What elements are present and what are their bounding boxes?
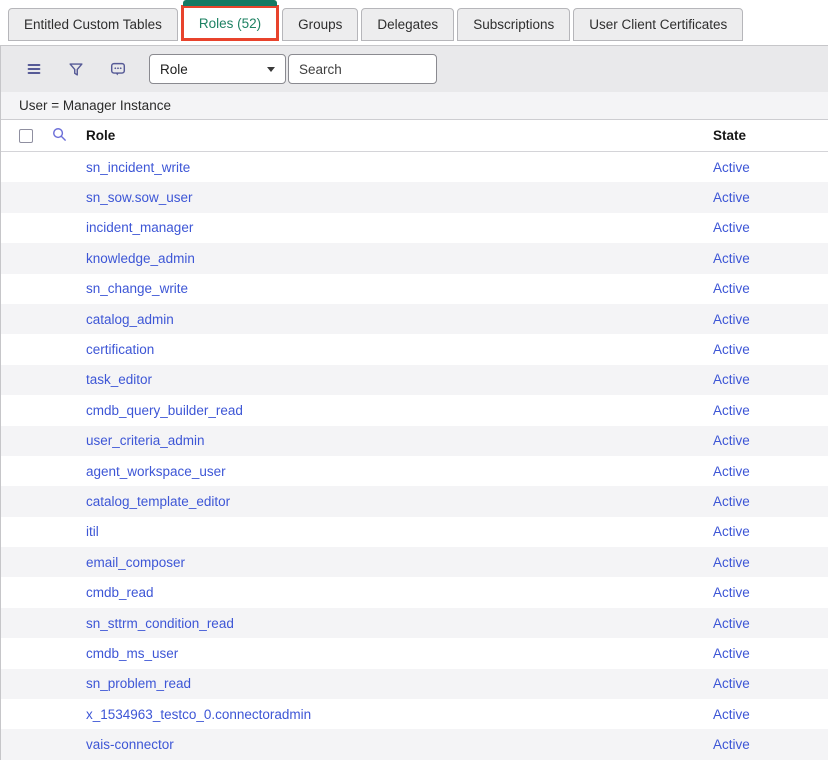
table-row: agent_workspace_user Active [1,456,828,486]
state-link[interactable]: Active [713,342,750,357]
table-row: sn_sttrm_condition_read Active [1,608,828,638]
role-link[interactable]: catalog_template_editor [86,494,230,509]
select-all-checkbox[interactable] [19,129,33,143]
table-row: sn_problem_read Active [1,669,828,699]
tab-user-client-certificates[interactable]: User Client Certificates [573,8,743,41]
list-toolbar: Role [1,46,828,92]
tab-label: Subscriptions [473,17,554,32]
state-link[interactable]: Active [713,585,750,600]
role-link[interactable]: cmdb_ms_user [86,646,178,661]
state-link[interactable]: Active [713,646,750,661]
filter-funnel-icon [67,60,85,78]
role-link[interactable]: task_editor [86,372,152,387]
state-link[interactable]: Active [713,281,750,296]
state-link[interactable]: Active [713,524,750,539]
tab-subscriptions[interactable]: Subscriptions [457,8,570,41]
state-link[interactable]: Active [713,464,750,479]
state-link[interactable]: Active [713,707,750,722]
role-link[interactable]: vais-connector [86,737,174,752]
filter-breadcrumb[interactable]: User = Manager Instance [1,92,828,120]
role-link[interactable]: user_criteria_admin [86,433,205,448]
table-row: sn_change_write Active [1,274,828,304]
state-link[interactable]: Active [713,403,750,418]
table-row: cmdb_read Active [1,577,828,607]
column-header-state[interactable]: State [713,128,828,143]
state-link[interactable]: Active [713,312,750,327]
search-column-select[interactable]: Role [149,54,286,84]
role-link[interactable]: sn_incident_write [86,160,190,175]
state-link[interactable]: Active [713,220,750,235]
tab-label: User Client Certificates [589,17,727,32]
role-link[interactable]: x_1534963_testco_0.connectoradmin [86,707,311,722]
state-link[interactable]: Active [713,251,750,266]
tab-label: Groups [298,17,342,32]
tab-label: Entitled Custom Tables [24,17,162,32]
role-link[interactable]: incident_manager [86,220,193,235]
table-row: incident_manager Active [1,213,828,243]
column-header-role[interactable]: Role [86,128,713,143]
tab-bar: Entitled Custom Tables Roles (52) Groups… [0,0,828,45]
table-row: certification Active [1,334,828,364]
search-input[interactable] [288,54,437,84]
table-header-controls [1,123,86,149]
role-link[interactable]: certification [86,342,154,357]
filter-button[interactable] [61,54,91,84]
table-row: cmdb_ms_user Active [1,638,828,668]
role-link[interactable]: email_composer [86,555,185,570]
related-list-panel: Entitled Custom Tables Roles (52) Groups… [0,0,828,760]
role-link[interactable]: cmdb_read [86,585,154,600]
role-link[interactable]: sn_problem_read [86,676,191,691]
state-link[interactable]: Active [713,433,750,448]
tab-groups[interactable]: Groups [282,8,358,41]
role-link[interactable]: agent_workspace_user [86,464,226,479]
tab-label: Delegates [377,17,438,32]
chevron-down-icon [267,67,275,72]
role-link[interactable]: sn_change_write [86,281,188,296]
filter-breadcrumb-text: User = Manager Instance [19,98,171,113]
table-row: catalog_admin Active [1,304,828,334]
role-link[interactable]: knowledge_admin [86,251,195,266]
table-row: sn_sow.sow_user Active [1,182,828,212]
state-link[interactable]: Active [713,494,750,509]
state-link[interactable]: Active [713,160,750,175]
role-link[interactable]: sn_sow.sow_user [86,190,193,205]
table-row: itil Active [1,517,828,547]
state-link[interactable]: Active [713,372,750,387]
state-link[interactable]: Active [713,555,750,570]
tab-label: Roles (52) [199,16,261,31]
comment-bubble-icon [109,60,127,78]
role-link[interactable]: sn_sttrm_condition_read [86,616,234,631]
state-link[interactable]: Active [713,676,750,691]
table-header-row: Role State [1,120,828,152]
tab-roles-52[interactable]: Roles (52) [181,5,279,41]
table-row: email_composer Active [1,547,828,577]
table-row: vais-connector Active [1,729,828,759]
state-link[interactable]: Active [713,737,750,752]
table-row: catalog_template_editor Active [1,486,828,516]
comment-button[interactable] [103,54,133,84]
role-link[interactable]: catalog_admin [86,312,174,327]
table-row: task_editor Active [1,365,828,395]
table-row: sn_incident_write Active [1,152,828,182]
search-icon [51,126,68,146]
search-column-value: Role [160,62,267,77]
table-row: x_1534963_testco_0.connectoradmin Active [1,699,828,729]
tab-delegates[interactable]: Delegates [361,8,454,41]
list-menu-button[interactable] [19,54,49,84]
table-row: cmdb_query_builder_read Active [1,395,828,425]
table-body: sn_incident_write Active sn_sow.sow_user… [1,152,828,760]
list-menu-icon [25,60,43,78]
table-row: knowledge_admin Active [1,243,828,273]
list-pane: Role User = Manager Instance [0,45,828,760]
state-link[interactable]: Active [713,190,750,205]
tab-entitled-custom-tables[interactable]: Entitled Custom Tables [8,8,178,41]
state-link[interactable]: Active [713,616,750,631]
column-search-toggle[interactable] [46,123,72,149]
table-row: user_criteria_admin Active [1,426,828,456]
role-link[interactable]: cmdb_query_builder_read [86,403,243,418]
role-link[interactable]: itil [86,524,99,539]
